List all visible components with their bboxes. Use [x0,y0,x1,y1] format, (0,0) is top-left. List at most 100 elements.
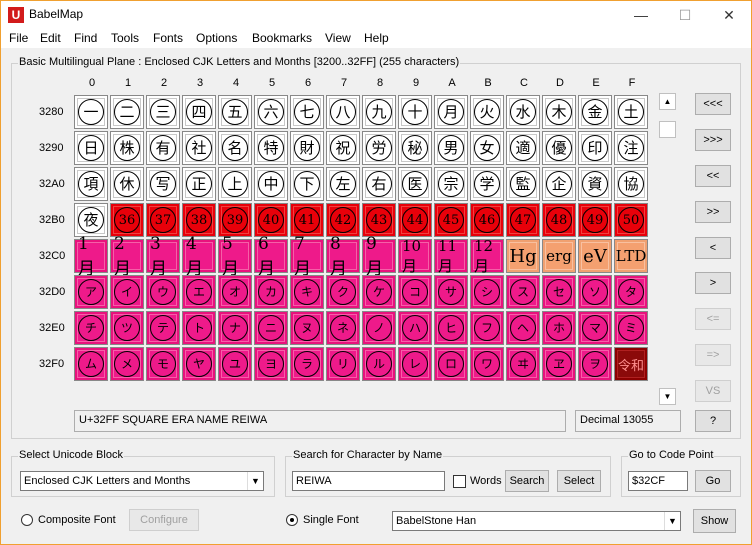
nav-button[interactable]: >>> [695,129,731,151]
character-cell[interactable]: 11月 [434,237,468,275]
character-cell[interactable]: サ [434,275,468,309]
character-cell[interactable]: オ [218,275,252,309]
character-cell[interactable]: ヌ [290,311,324,345]
character-cell[interactable]: 5月 [218,234,252,279]
close-button[interactable]: ✕ [707,1,751,29]
character-cell[interactable]: 50 [614,203,648,237]
character-cell[interactable]: ワ [470,347,504,381]
character-cell[interactable]: 宗 [434,167,468,201]
character-cell[interactable]: 秘 [398,131,432,165]
character-cell[interactable]: 9月 [362,234,396,279]
character-cell[interactable]: eV [578,239,612,273]
character-cell[interactable]: 4月 [182,234,216,279]
character-cell[interactable]: 八 [326,95,360,129]
character-cell[interactable]: タ [614,275,648,309]
character-cell[interactable]: ヱ [542,347,576,381]
character-cell[interactable]: LTD [614,239,648,273]
character-cell[interactable]: 37 [146,203,180,237]
character-cell[interactable]: ル [362,347,396,381]
character-cell[interactable]: リ [326,347,360,381]
character-cell[interactable]: マ [578,311,612,345]
character-cell[interactable]: ナ [218,311,252,345]
scroll-thumb[interactable] [659,121,676,138]
character-cell[interactable]: ネ [326,311,360,345]
character-cell[interactable]: 39 [218,203,252,237]
character-cell[interactable]: 四 [182,95,216,129]
character-cell[interactable]: ヨ [254,347,288,381]
character-cell[interactable]: 項 [74,167,108,201]
character-cell[interactable]: 注 [614,131,648,165]
menu-fonts[interactable]: Fonts [153,31,183,45]
character-cell[interactable]: 47 [506,203,540,237]
character-cell[interactable]: 44 [398,203,432,237]
go-button[interactable]: Go [695,470,731,492]
character-cell[interactable]: 右 [362,167,396,201]
character-cell[interactable]: 土 [614,95,648,129]
menu-bookmarks[interactable]: Bookmarks [252,31,312,45]
character-cell[interactable]: 監 [506,167,540,201]
menu-tools[interactable]: Tools [111,31,139,45]
character-cell[interactable]: メ [110,347,144,381]
character-cell[interactable]: 46 [470,203,504,237]
character-cell[interactable]: 10月 [398,237,432,275]
character-cell[interactable]: 優 [542,131,576,165]
character-cell[interactable]: 41 [290,203,324,237]
character-cell[interactable]: 1月 [74,234,108,279]
menu-edit[interactable]: Edit [40,31,61,45]
character-cell[interactable]: 資 [578,167,612,201]
character-cell[interactable]: エ [182,275,216,309]
character-cell[interactable]: 38 [182,203,216,237]
character-cell[interactable]: 中 [254,167,288,201]
character-cell[interactable]: 49 [578,203,612,237]
nav-button[interactable]: VS [695,380,731,402]
character-cell[interactable]: 九 [362,95,396,129]
words-checkbox[interactable] [453,475,466,488]
character-cell[interactable]: 日 [74,131,108,165]
character-cell[interactable]: ホ [542,311,576,345]
configure-button[interactable]: Configure [129,509,199,531]
menu-find[interactable]: Find [74,31,97,45]
character-cell[interactable]: 一 [74,95,108,129]
character-cell[interactable]: フ [470,311,504,345]
character-cell[interactable]: ヰ [506,347,540,381]
character-cell[interactable]: セ [542,275,576,309]
character-cell[interactable]: 七 [290,95,324,129]
character-cell[interactable]: 名 [218,131,252,165]
character-cell[interactable]: ケ [362,275,396,309]
character-cell[interactable]: 3月 [146,234,180,279]
character-cell[interactable]: 男 [434,131,468,165]
character-cell[interactable]: 6月 [254,234,288,279]
chevron-down-icon[interactable]: ▼ [247,472,263,490]
scroll-down-icon[interactable]: ▼ [659,388,676,405]
character-cell[interactable]: 8月 [326,234,360,279]
character-cell[interactable]: ク [326,275,360,309]
character-cell[interactable]: ウ [146,275,180,309]
character-cell[interactable]: 2月 [110,234,144,279]
single-font-radio[interactable] [286,514,298,526]
character-cell[interactable]: 六 [254,95,288,129]
character-cell[interactable]: レ [398,347,432,381]
character-cell[interactable]: 株 [110,131,144,165]
character-cell[interactable]: コ [398,275,432,309]
character-cell[interactable]: 48 [542,203,576,237]
character-cell[interactable]: 43 [362,203,396,237]
character-cell[interactable]: 適 [506,131,540,165]
maximize-button[interactable]: ☐ [663,1,707,29]
character-cell[interactable]: ラ [290,347,324,381]
character-cell[interactable]: 42 [326,203,360,237]
character-cell[interactable]: ヲ [578,347,612,381]
nav-button[interactable]: >> [695,201,731,223]
character-cell[interactable]: ノ [362,311,396,345]
character-cell[interactable]: 医 [398,167,432,201]
character-cell[interactable]: 有 [146,131,180,165]
character-cell[interactable]: 左 [326,167,360,201]
character-cell[interactable]: 財 [290,131,324,165]
character-cell[interactable]: 女 [470,131,504,165]
nav-button[interactable]: <<< [695,93,731,115]
character-cell[interactable]: ヘ [506,311,540,345]
character-cell[interactable]: ミ [614,311,648,345]
search-button[interactable]: Search [505,470,549,492]
character-cell[interactable]: ハ [398,311,432,345]
character-cell[interactable]: ユ [218,347,252,381]
character-cell[interactable]: 印 [578,131,612,165]
